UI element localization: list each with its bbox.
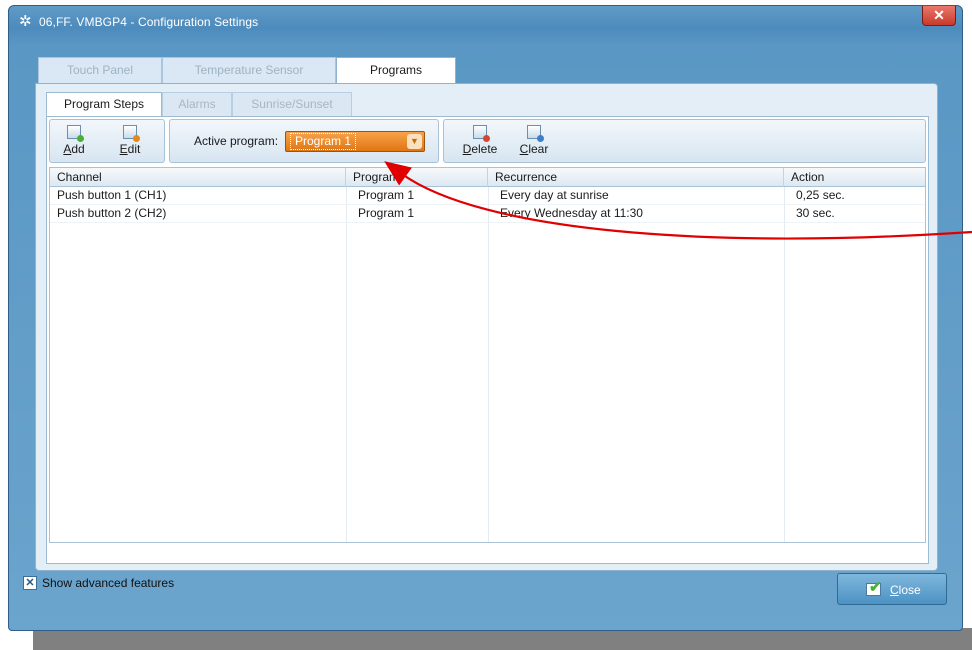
add-step-icon bbox=[67, 125, 84, 142]
close-button-label: Close bbox=[890, 583, 921, 597]
column-divider bbox=[346, 187, 347, 542]
tab-touch-panel[interactable]: Touch Panel bbox=[38, 57, 162, 83]
configuration-window: ✲ 06,FF. VMBGP4 - Configuration Settings… bbox=[8, 5, 963, 631]
subtab-sunrise-sunset[interactable]: Sunrise/Sunset bbox=[232, 92, 352, 116]
chevron-down-icon[interactable]: ▼ bbox=[407, 134, 422, 149]
column-header-recurrence[interactable]: Recurrence bbox=[488, 168, 784, 187]
edit-button-label: Edit bbox=[119, 142, 141, 156]
cell-channel: Push button 2 (CH2) bbox=[57, 206, 167, 220]
row-separator bbox=[50, 222, 925, 223]
edit-toolbar-group: Add Edit bbox=[49, 119, 165, 163]
cell-channel: Push button 1 (CH1) bbox=[57, 188, 167, 202]
column-header-action[interactable]: Action bbox=[784, 168, 927, 187]
active-program-group: Active program: Program 1 ▼ bbox=[169, 119, 439, 163]
clear-steps-icon bbox=[527, 125, 544, 142]
add-button[interactable]: Add bbox=[56, 123, 92, 161]
gear-icon: ✲ bbox=[19, 13, 32, 30]
client-area: Touch Panel Temperature Sensor Programs … bbox=[27, 51, 947, 571]
cell-program: Program 1 bbox=[358, 206, 415, 220]
window-title: 06,FF. VMBGP4 - Configuration Settings bbox=[39, 15, 259, 29]
active-program-label: Active program: bbox=[194, 134, 279, 148]
subtab-alarms[interactable]: Alarms bbox=[162, 92, 232, 116]
column-header-program[interactable]: Program bbox=[346, 168, 488, 187]
delete-button-label: Delete bbox=[462, 142, 498, 156]
column-divider bbox=[488, 187, 489, 542]
cell-action: 30 sec. bbox=[796, 206, 835, 220]
remove-toolbar-group: Delete Clear bbox=[443, 119, 926, 163]
clear-button[interactable]: Clear bbox=[516, 123, 552, 161]
delete-step-icon bbox=[473, 125, 490, 142]
edit-button[interactable]: Edit bbox=[112, 123, 148, 161]
close-button[interactable]: Close bbox=[837, 573, 947, 605]
column-header-channel[interactable]: Channel bbox=[50, 168, 346, 187]
table-row[interactable]: Push button 2 (CH2) Program 1 Every Wedn… bbox=[50, 205, 925, 222]
grid-header: Channel Program Recurrence Action bbox=[50, 168, 925, 187]
window-close-button[interactable]: ✕ bbox=[922, 6, 956, 26]
cell-action: 0,25 sec. bbox=[796, 188, 845, 202]
active-program-select[interactable]: Program 1 ▼ bbox=[285, 131, 425, 152]
active-program-value: Program 1 bbox=[290, 133, 357, 150]
clear-button-label: Clear bbox=[519, 142, 549, 156]
subtab-program-steps[interactable]: Program Steps bbox=[46, 92, 162, 117]
cell-program: Program 1 bbox=[358, 188, 415, 202]
program-steps-panel: Add Edit Active program: Program 1 ▼ Del… bbox=[46, 116, 929, 564]
title-bar: ✲ 06,FF. VMBGP4 - Configuration Settings… bbox=[9, 6, 962, 38]
delete-button[interactable]: Delete bbox=[458, 123, 502, 161]
table-row[interactable]: Push button 1 (CH1) Program 1 Every day … bbox=[50, 187, 925, 204]
checkmark-icon bbox=[866, 578, 882, 596]
column-divider bbox=[784, 187, 785, 542]
toolbar: Add Edit Active program: Program 1 ▼ Del… bbox=[49, 119, 926, 163]
edit-step-icon bbox=[123, 125, 140, 142]
cell-recurrence: Every Wednesday at 11:30 bbox=[500, 206, 643, 220]
show-advanced-label: Show advanced features bbox=[42, 576, 175, 590]
checkbox-checked-icon[interactable]: ✕ bbox=[23, 576, 37, 590]
tab-programs[interactable]: Programs bbox=[336, 57, 456, 84]
add-button-label: Add bbox=[63, 142, 85, 156]
program-steps-grid: Channel Program Recurrence Action Push b… bbox=[49, 167, 926, 543]
backdrop-shadow bbox=[33, 628, 972, 650]
tab-temperature-sensor[interactable]: Temperature Sensor bbox=[162, 57, 336, 83]
cell-recurrence: Every day at sunrise bbox=[500, 188, 609, 202]
programs-tab-page: Program Steps Alarms Sunrise/Sunset Add … bbox=[35, 83, 938, 571]
